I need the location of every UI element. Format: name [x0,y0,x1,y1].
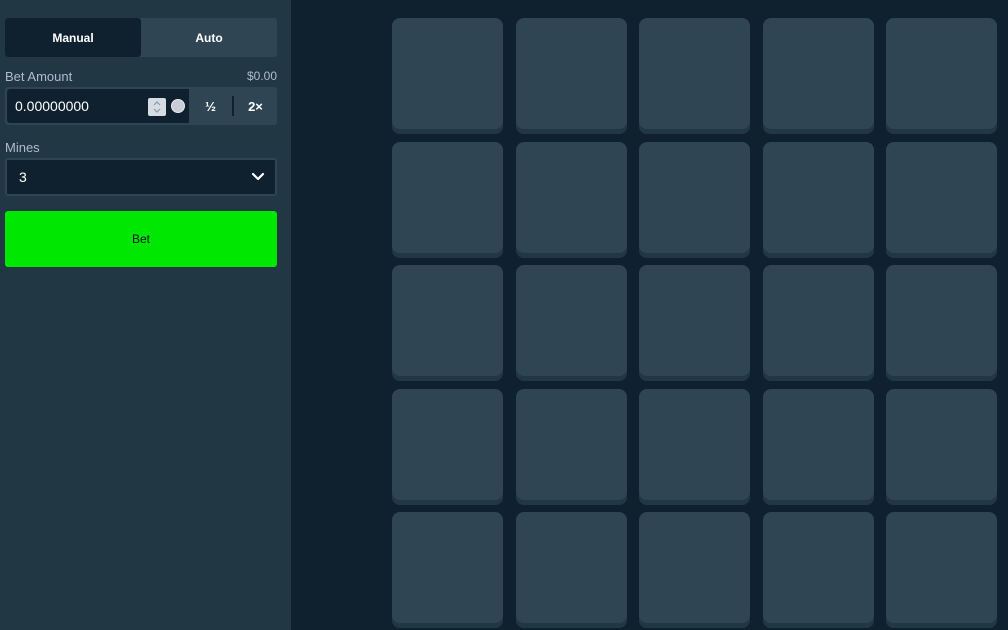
mine-tile[interactable] [516,18,627,134]
mine-tile[interactable] [516,389,627,505]
mine-tile[interactable] [639,142,750,258]
mine-tile[interactable] [763,389,874,505]
mode-toggle: Manual Auto [5,18,277,57]
mines-selected-value: 3 [19,169,27,185]
mine-tile[interactable] [639,18,750,134]
mine-tile[interactable] [516,265,627,381]
double-bet-button[interactable]: 2× [234,87,277,125]
mine-tile[interactable] [392,265,503,381]
mine-tile[interactable] [886,265,997,381]
bet-amount-label: Bet Amount [5,69,73,84]
crypto-coin-icon [171,99,185,113]
spinner-arrows-icon[interactable] [148,98,166,116]
tab-auto[interactable]: Auto [141,18,277,57]
mine-tile[interactable] [392,389,503,505]
mine-tile[interactable] [886,142,997,258]
mine-tile[interactable] [392,142,503,258]
mine-tile[interactable] [639,389,750,505]
bet-button[interactable]: Bet [5,211,277,267]
half-bet-button[interactable]: ½ [189,87,232,125]
mines-select[interactable]: 3 [5,158,277,196]
mines-label: Mines [5,140,40,155]
mine-tile[interactable] [516,512,627,628]
mine-tile[interactable] [639,512,750,628]
tab-manual[interactable]: Manual [5,18,141,57]
mine-tile[interactable] [763,512,874,628]
mine-tile[interactable] [516,142,627,258]
mine-tile[interactable] [763,142,874,258]
bet-amount-input[interactable]: 0.00000000 [7,89,189,123]
mine-tile[interactable] [886,512,997,628]
chevron-down-icon [251,169,265,185]
mine-tile[interactable] [639,265,750,381]
mines-game: Manual Auto Bet Amount $0.00 0.00000000 … [0,0,1008,630]
mine-tile[interactable] [886,389,997,505]
mine-tile[interactable] [886,18,997,134]
mine-tile[interactable] [763,18,874,134]
mine-tile[interactable] [392,512,503,628]
bet-amount-group: 0.00000000 ½ 2× [5,87,277,125]
mine-tile[interactable] [392,18,503,134]
mine-tile[interactable] [763,265,874,381]
bet-sidebar: Manual Auto Bet Amount $0.00 0.00000000 … [0,0,291,630]
bet-amount-label-row: Bet Amount $0.00 [5,69,277,84]
bet-amount-usd: $0.00 [246,69,277,83]
mines-label-row: Mines [5,140,277,155]
